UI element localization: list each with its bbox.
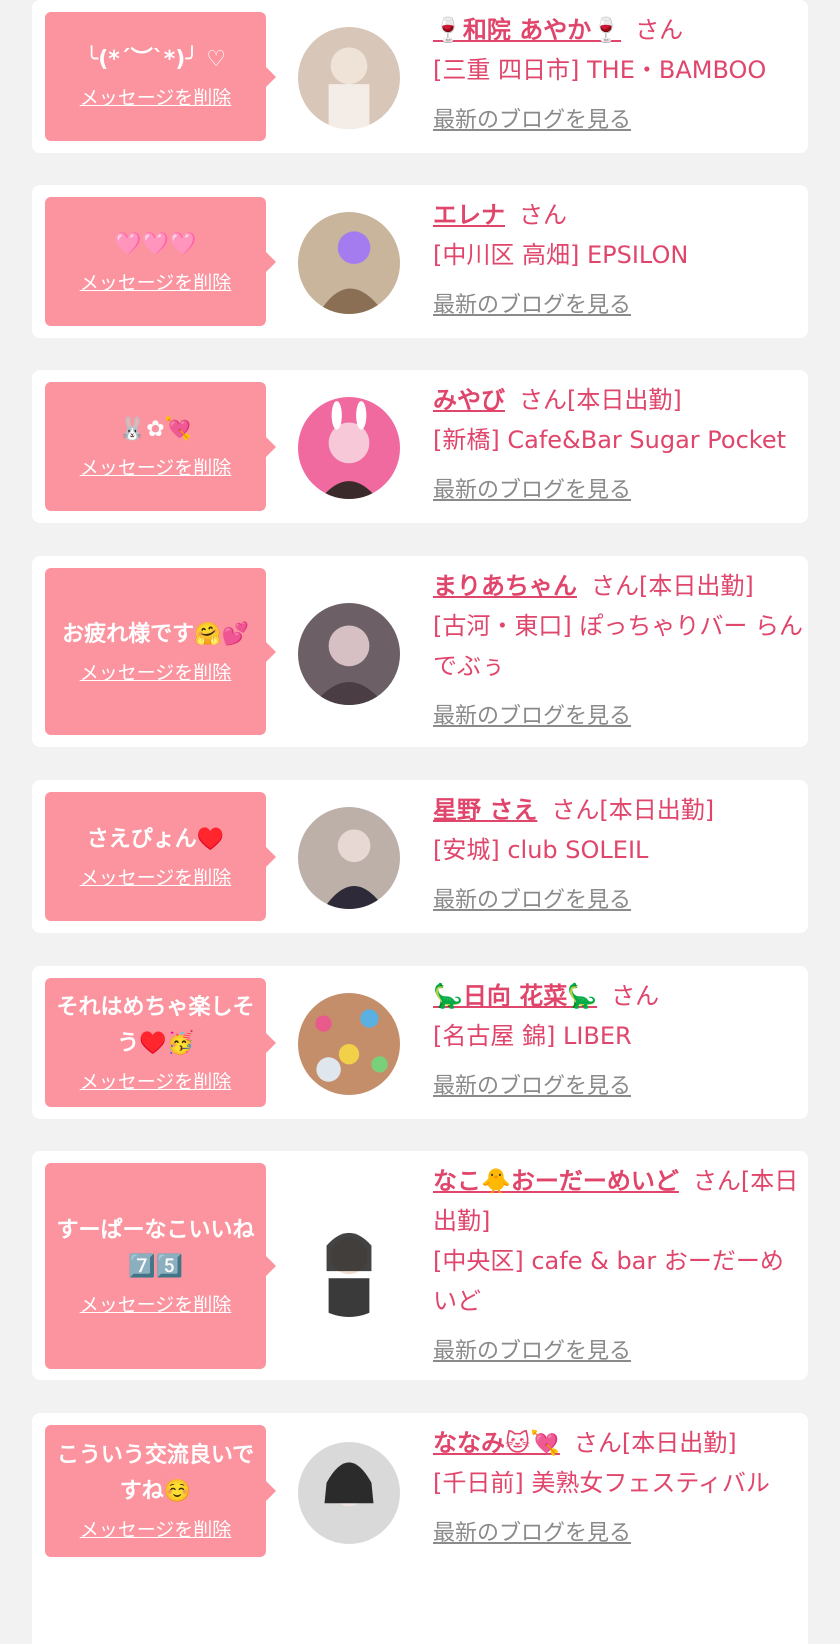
name-suffix: さん [635,16,684,44]
profile-info: まりあちゃん さん[本日出勤] [古河・東口] ぽっちゃりバー らんでぶぅ 最新の… [433,566,803,734]
latest-blog-link[interactable]: 最新のブログを見る [433,1335,631,1369]
message-bubble: すーぱーなこいいね7️⃣5️⃣ メッセージを削除 [45,1163,276,1369]
name-suffix: さん[本日出勤] [573,1429,737,1457]
message-card: すーぱーなこいいね7️⃣5️⃣ メッセージを削除 なこ🐥おーだーめいど さん[本日… [32,1151,808,1380]
shop-name: [三重 四日市] THE・BAMBOO [433,56,767,84]
message-bubble: ╰(*´︶`*)╯ ♡ メッセージを削除 [45,12,276,141]
shop-name: [古河・東口] ぽっちゃりバー らんでぶぅ [433,612,803,680]
message-card: それはめちゃ楽しそう♥️🥳 メッセージを削除 🦕日向 花菜🦕 さん [名古屋 錦]… [32,966,808,1119]
delete-message-link[interactable]: メッセージを削除 [80,864,232,892]
profile-info: 星野 さえ さん[本日出勤] [安城] club SOLEIL 最新のブログを見る [433,790,803,918]
message-card: お疲れ様です🤗💕 メッセージを削除 まりあちゃん さん[本日出勤] [古河・東口]… [32,556,808,747]
message-text: お疲れ様です🤗💕 [62,621,249,647]
delete-message-link[interactable]: メッセージを削除 [80,84,232,112]
message-text: すーぱーなこいいね7️⃣5️⃣ [56,1218,255,1279]
name-suffix: さん[本日出勤] [551,796,715,824]
message-bubble: こういう交流良いですね☺️ メッセージを削除 [45,1425,276,1557]
name-suffix: さん[本日出勤] [591,572,754,600]
message-bubble: お疲れ様です🤗💕 メッセージを削除 [45,568,276,735]
message-text: 🐰✿💘 [118,416,193,442]
latest-blog-link[interactable]: 最新のブログを見る [433,700,631,734]
avatar[interactable] [298,1215,400,1317]
profile-info: 🦕日向 花菜🦕 さん [名古屋 錦] LIBER 最新のブログを見る [433,976,803,1104]
delete-message-link[interactable]: メッセージを削除 [80,1516,232,1544]
message-card: 🩷🩷🩷 メッセージを削除 エレナ さん [中川区 高畑] EPSILON 最新のブ… [32,185,808,338]
name-suffix: さん [611,982,660,1010]
profile-info: みやび さん[本日出勤] [新橋] Cafe&Bar Sugar Pocket 最… [433,380,803,508]
shop-name: [中川区 高畑] EPSILON [433,241,689,269]
cast-name-link[interactable]: みやび [433,386,505,414]
cast-name-link[interactable]: なこ🐥おーだーめいど [433,1167,679,1195]
message-bubble: 🩷🩷🩷 メッセージを削除 [45,197,276,326]
message-card: こういう交流良いですね☺️ メッセージを削除 ななみ🐱💘 さん[本日出勤] [千日… [32,1413,808,1644]
latest-blog-link[interactable]: 最新のブログを見る [433,289,631,323]
shop-name: [安城] club SOLEIL [433,836,649,864]
profile-info: なこ🐥おーだーめいど さん[本日出勤] [中央区] cafe & bar おーだー… [433,1161,803,1369]
latest-blog-link[interactable]: 最新のブログを見る [433,104,631,138]
cast-name-link[interactable]: 🦕日向 花菜🦕 [433,982,597,1010]
latest-blog-link[interactable]: 最新のブログを見る [433,1070,631,1104]
cast-name-link[interactable]: 🍷和院 あやか🍷 [433,16,621,44]
latest-blog-link[interactable]: 最新のブログを見る [433,1517,631,1551]
message-bubble: さえぴょん♥️ メッセージを削除 [45,792,276,921]
profile-info: ななみ🐱💘 さん[本日出勤] [千日前] 美熟女フェスティバル 最新のブログを見る [433,1423,803,1551]
avatar[interactable] [298,807,400,909]
cast-name-link[interactable]: まりあちゃん [433,572,577,600]
delete-message-link[interactable]: メッセージを削除 [80,454,232,482]
message-card: ╰(*´︶`*)╯ ♡ メッセージを削除 🍷和院 あやか🍷 さん [三重 四日市]… [32,0,808,153]
shop-name: [中央区] cafe & bar おーだーめいど [433,1247,784,1315]
message-text: こういう交流良いですね☺️ [56,1443,255,1504]
avatar[interactable] [298,27,400,129]
message-bubble: それはめちゃ楽しそう♥️🥳 メッセージを削除 [45,978,276,1107]
cast-name-link[interactable]: ななみ🐱💘 [433,1429,560,1457]
avatar[interactable] [298,993,400,1095]
shop-name: [千日前] 美熟女フェスティバル [433,1469,770,1497]
delete-message-link[interactable]: メッセージを削除 [80,1068,232,1096]
delete-message-link[interactable]: メッセージを削除 [80,269,232,297]
latest-blog-link[interactable]: 最新のブログを見る [433,884,631,918]
cast-name-link[interactable]: 星野 さえ [433,796,537,824]
avatar[interactable] [298,397,400,499]
shop-name: [新橋] Cafe&Bar Sugar Pocket [433,426,787,454]
avatar[interactable] [298,1442,400,1544]
message-bubble: 🐰✿💘 メッセージを削除 [45,382,276,511]
avatar[interactable] [298,212,400,314]
message-card: 🐰✿💘 メッセージを削除 みやび さん[本日出勤] [新橋] Cafe&Bar S… [32,370,808,523]
message-text: 🩷🩷🩷 [114,231,197,257]
latest-blog-link[interactable]: 最新のブログを見る [433,474,631,508]
delete-message-link[interactable]: メッセージを削除 [80,659,232,687]
shop-name: [名古屋 錦] LIBER [433,1022,632,1050]
cast-name-link[interactable]: エレナ [433,201,505,229]
delete-message-link[interactable]: メッセージを削除 [80,1291,232,1319]
message-text: さえぴょん♥️ [86,826,225,852]
name-suffix: さん [519,201,567,229]
name-suffix: さん[本日出勤] [519,386,682,414]
message-text: ╰(*´︶`*)╯ ♡ [85,46,226,72]
avatar[interactable] [298,603,400,705]
profile-info: エレナ さん [中川区 高畑] EPSILON 最新のブログを見る [433,195,803,323]
message-card: さえぴょん♥️ メッセージを削除 星野 さえ さん[本日出勤] [安城] club… [32,780,808,933]
profile-info: 🍷和院 あやか🍷 さん [三重 四日市] THE・BAMBOO 最新のブログを見る [433,10,803,138]
message-text: それはめちゃ楽しそう♥️🥳 [56,994,255,1056]
